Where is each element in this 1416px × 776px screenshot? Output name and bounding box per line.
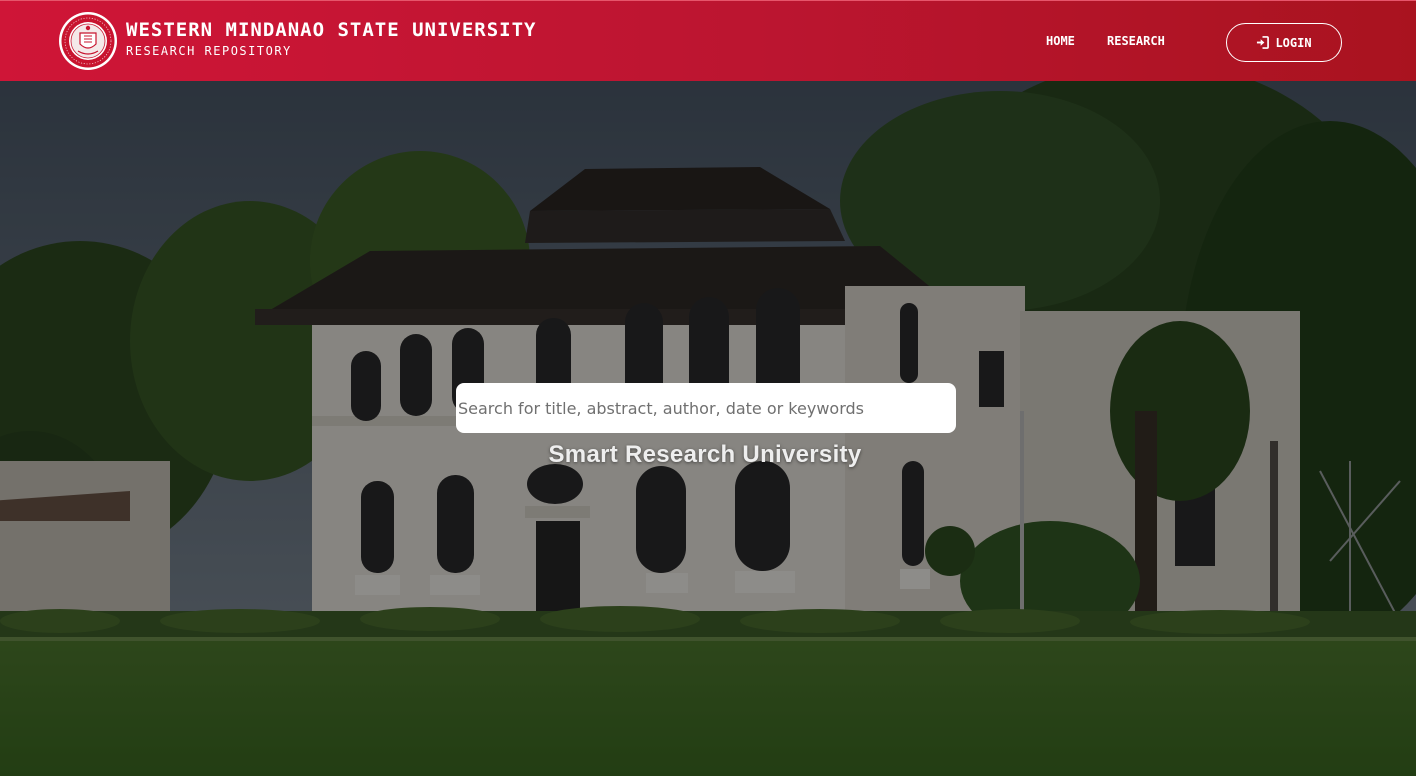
site-subtitle: RESEARCH REPOSITORY <box>126 44 292 58</box>
hero-tagline: Smart Research University <box>548 441 862 468</box>
nav-research-link[interactable]: RESEARCH <box>1107 34 1165 48</box>
search-input[interactable] <box>456 383 956 433</box>
top-navbar: WESTERN MINDANAO STATE UNIVERSITY RESEAR… <box>0 0 1416 81</box>
hero-section: Smart Research University <box>0 81 1416 776</box>
sign-in-icon <box>1257 36 1270 49</box>
site-title: WESTERN MINDANAO STATE UNIVERSITY <box>126 19 537 41</box>
login-label: LOGIN <box>1275 35 1312 50</box>
university-seal-icon <box>59 12 117 70</box>
nav-home-link[interactable]: HOME <box>1046 34 1075 48</box>
login-button[interactable]: LOGIN <box>1226 23 1342 62</box>
brand[interactable]: WESTERN MINDANAO STATE UNIVERSITY RESEAR… <box>58 11 537 71</box>
brand-text: WESTERN MINDANAO STATE UNIVERSITY RESEAR… <box>126 19 537 59</box>
